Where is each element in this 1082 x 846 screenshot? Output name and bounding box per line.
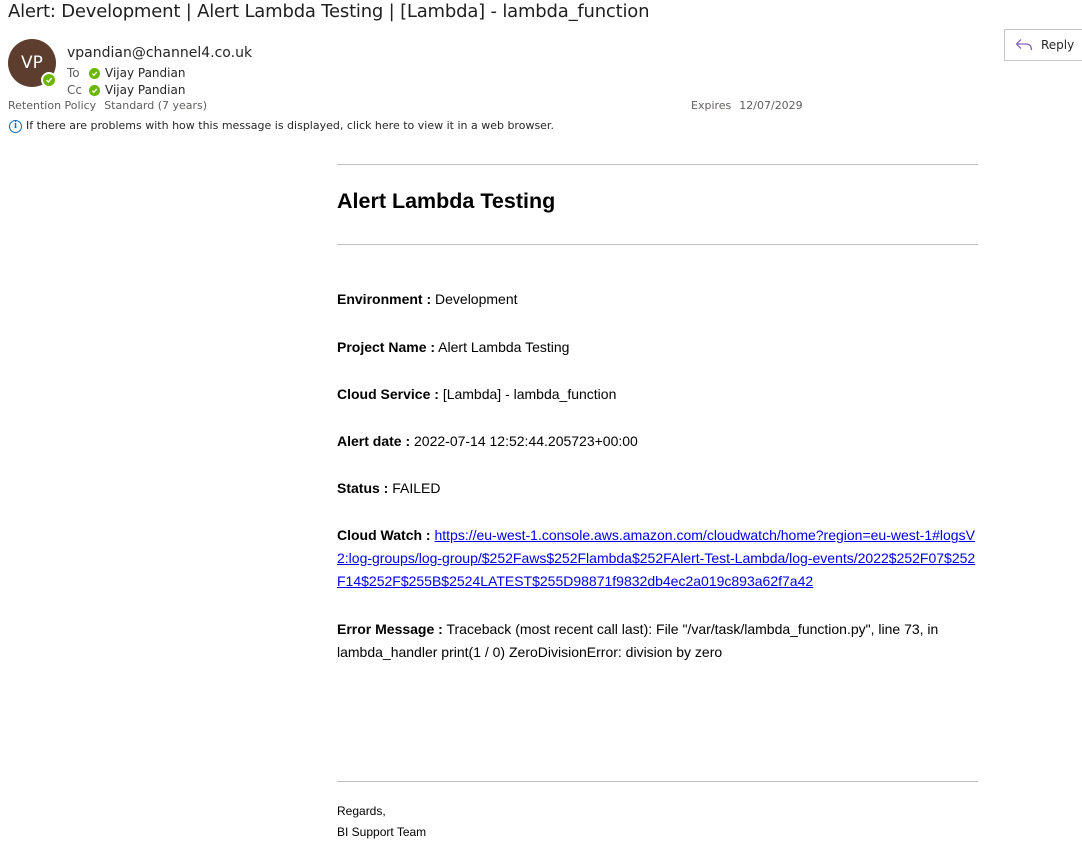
status-label: Status : xyxy=(337,480,389,496)
cloudwatch-label: Cloud Watch : xyxy=(337,527,431,543)
environment-value: Development xyxy=(435,291,518,307)
status-field: Status : FAILED xyxy=(337,477,997,500)
reply-icon xyxy=(1015,39,1033,51)
cloudwatch-link[interactable]: https://eu-west-1.console.aws.amazon.com… xyxy=(337,527,975,589)
divider xyxy=(337,781,978,782)
display-problem-text[interactable]: If there are problems with how this mess… xyxy=(26,118,554,134)
divider xyxy=(337,164,978,165)
to-recipient[interactable]: Vijay Pandian xyxy=(105,65,185,81)
environment-label: Environment : xyxy=(337,291,432,307)
reply-label: Reply xyxy=(1041,38,1075,52)
expires-value: 12/07/2029 xyxy=(739,99,803,112)
alert-date-value: 2022-07-14 12:52:44.205723+00:00 xyxy=(414,433,638,449)
cc-label: Cc xyxy=(67,83,82,97)
expires-label: Expires xyxy=(691,99,732,112)
error-message-field: Error Message : Traceback (most recent c… xyxy=(337,618,957,664)
reply-button[interactable]: Reply xyxy=(1004,29,1082,61)
info-icon: i xyxy=(9,119,22,133)
cc-recipient[interactable]: Vijay Pandian xyxy=(105,82,185,98)
retention-value: Standard (7 years) xyxy=(104,99,208,112)
error-label: Error Message : xyxy=(337,621,443,637)
project-value: Alert Lambda Testing xyxy=(438,339,570,355)
display-problem-notice[interactable]: i If there are problems with how this me… xyxy=(9,118,554,134)
service-value: [Lambda] - lambda_function xyxy=(442,386,617,402)
cloudwatch-field: Cloud Watch : https://eu-west-1.console.… xyxy=(337,524,982,593)
retention-policy: Retention Policy Standard (7 years) xyxy=(8,98,207,114)
recipient-status-icon xyxy=(89,84,100,96)
sender-address[interactable]: vpandian@channel4.co.uk xyxy=(67,44,252,62)
project-label: Project Name : xyxy=(337,339,436,355)
environment-field: Environment : Development xyxy=(337,288,997,311)
divider xyxy=(337,244,978,245)
status-value: FAILED xyxy=(392,480,441,496)
alert-date-field: Alert date : 2022-07-14 12:52:44.205723+… xyxy=(337,430,997,453)
recipient-status-icon xyxy=(89,67,100,79)
regards-text: Regards, xyxy=(337,804,386,818)
retention-label: Retention Policy xyxy=(8,99,97,112)
presence-available-icon xyxy=(41,72,57,88)
message-subject: Alert: Development | Alert Lambda Testin… xyxy=(8,1,650,22)
avatar-initials: VP xyxy=(21,53,43,73)
service-label: Cloud Service : xyxy=(337,386,439,402)
team-name: BI Support Team xyxy=(337,825,427,839)
cc-row: Cc Vijay Pandian xyxy=(67,82,185,98)
service-field: Cloud Service : [Lambda] - lambda_functi… xyxy=(337,383,997,406)
alert-date-label: Alert date : xyxy=(337,433,411,449)
project-field: Project Name : Alert Lambda Testing xyxy=(337,336,997,359)
expires: Expires 12/07/2029 xyxy=(691,98,803,114)
to-label: To xyxy=(67,66,80,80)
alert-title: Alert Lambda Testing xyxy=(337,189,556,213)
to-row: To Vijay Pandian xyxy=(67,65,185,81)
